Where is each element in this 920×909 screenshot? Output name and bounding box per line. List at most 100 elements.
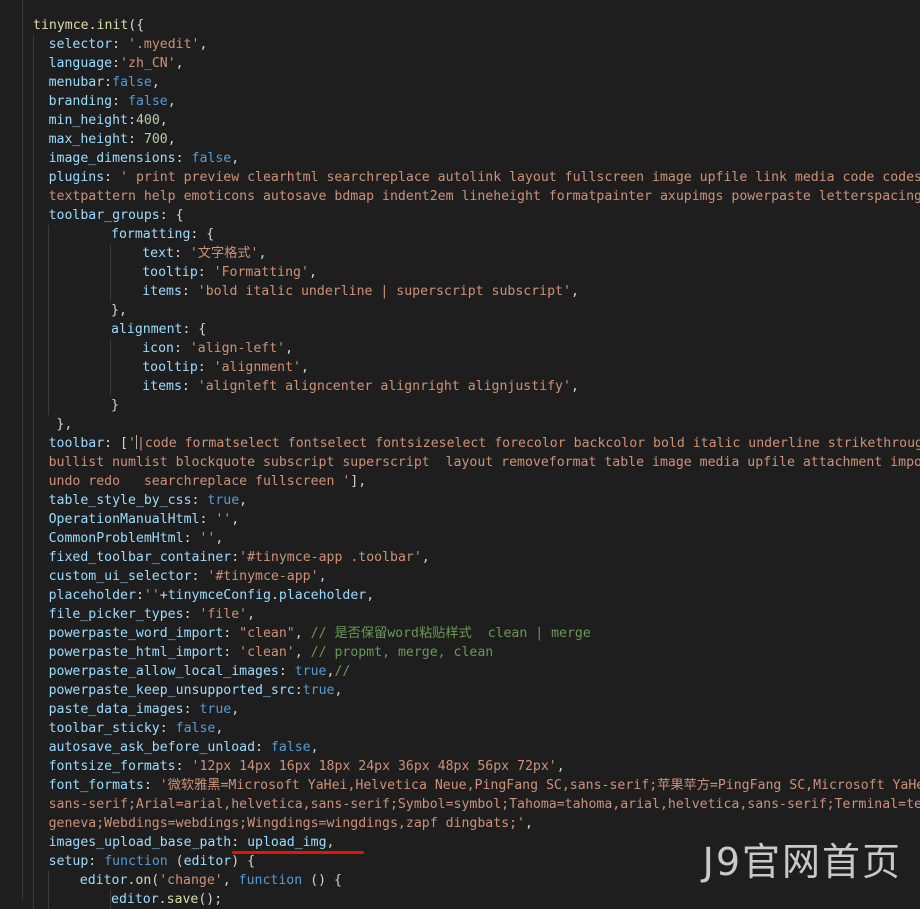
- code-line[interactable]: OperationManualHtml: '',: [0, 510, 920, 529]
- indent-guide: [33, 358, 34, 377]
- code-token: ,: [310, 740, 319, 755]
- code-line[interactable]: toolbar_groups: {: [0, 206, 920, 225]
- code-line[interactable]: image_dimensions: false,: [0, 149, 920, 168]
- code-token: on: [135, 873, 152, 888]
- code-token: min_height: [48, 113, 128, 128]
- code-token: 700: [143, 132, 168, 147]
- code-line[interactable]: file_picker_types: 'file',: [0, 605, 920, 624]
- code-line[interactable]: toolbar: ['|code formatselect fontselect…: [0, 434, 920, 453]
- code-token: ,: [570, 379, 579, 394]
- code-token: :: [191, 493, 208, 508]
- code-token: CommonProblemHtml: [48, 531, 184, 546]
- code-token: },: [56, 417, 73, 432]
- indent-guide: [33, 624, 34, 643]
- code-token: '': [215, 512, 232, 527]
- code-token: :: [104, 75, 113, 90]
- indent-guide: [33, 453, 34, 472]
- code-line[interactable]: powerpaste_word_import: "clean", // 是否保留…: [0, 624, 920, 643]
- code-text: tooltip: 'alignment',: [142, 358, 309, 377]
- code-token: upload_img: [247, 835, 327, 850]
- code-text: menubar:false,: [49, 73, 160, 92]
- code-token: false: [128, 94, 168, 109]
- code-line[interactable]: table_style_by_css: true,: [0, 491, 920, 510]
- indent-guide: [33, 814, 34, 833]
- code-line[interactable]: textpattern help emoticons autosave bdma…: [0, 187, 920, 206]
- indent-guide: [33, 320, 34, 339]
- code-token: true: [207, 493, 240, 508]
- indent-guide: [48, 301, 49, 320]
- code-text: custom_ui_selector: '#tinymce-app',: [49, 567, 327, 586]
- code-line[interactable]: bullist numlist blockquote subscript sup…: [0, 453, 920, 472]
- code-token: "clean": [239, 626, 295, 641]
- code-line[interactable]: powerpaste_allow_local_images: true,//: [0, 662, 920, 681]
- code-token: ,: [175, 56, 184, 71]
- code-line[interactable]: placeholder:''+tinymceConfig.placeholder…: [0, 586, 920, 605]
- indent-guide: [33, 282, 34, 301]
- code-line[interactable]: paste_data_images: true,: [0, 700, 920, 719]
- code-token: custom_ui_selector: [48, 569, 192, 584]
- code-line[interactable]: CommonProblemHtml: '',: [0, 529, 920, 548]
- code-text: plugins: ' print preview clearhtml searc…: [49, 168, 920, 187]
- code-line[interactable]: tooltip: 'alignment',: [0, 358, 920, 377]
- code-line[interactable]: min_height:400,: [0, 111, 920, 130]
- code-line[interactable]: tooltip: 'Formatting',: [0, 263, 920, 282]
- code-token: ],: [350, 474, 367, 489]
- indent-guide: [33, 73, 34, 92]
- code-text: powerpaste_keep_unsupported_src:true,: [49, 681, 343, 700]
- code-text: branding: false,: [49, 92, 176, 111]
- code-line[interactable]: formatting: {: [0, 225, 920, 244]
- code-line[interactable]: powerpaste_html_import: 'clean', // prop…: [0, 643, 920, 662]
- code-line[interactable]: fontsize_formats: '12px 14px 16px 18px 2…: [0, 757, 920, 776]
- code-token: icon: [142, 341, 174, 356]
- code-line[interactable]: selector: '.myedit',: [0, 35, 920, 54]
- code-token: :: [112, 56, 121, 71]
- code-line[interactable]: branding: false,: [0, 92, 920, 111]
- code-token: placeholder: [48, 588, 136, 603]
- indent-guide: [48, 339, 49, 358]
- code-line[interactable]: tinymce.init({: [0, 16, 920, 35]
- code-text: font_formats: '微软雅黑=Microsoft YaHei,Helv…: [49, 776, 920, 795]
- code-line[interactable]: text: '文字格式',: [0, 244, 920, 263]
- indent-guide: [48, 358, 49, 377]
- code-token: '12px 14px 16px 18px 24px 36px 48px 56px…: [191, 759, 557, 774]
- code-token: sans-serif;Arial=arial,helvetica,sans-se…: [48, 797, 920, 812]
- code-line[interactable]: max_height: 700,: [0, 130, 920, 149]
- code-text: textpattern help emoticons autosave bdma…: [49, 187, 920, 206]
- code-line[interactable]: },: [0, 301, 920, 320]
- code-token: powerpaste_allow_local_images: [48, 664, 279, 679]
- code-text: icon: 'align-left',: [142, 339, 293, 358]
- code-token: :: [231, 835, 248, 850]
- code-line[interactable]: }: [0, 396, 920, 415]
- code-line[interactable]: },: [0, 415, 920, 434]
- code-line[interactable]: items: 'alignleft aligncenter alignright…: [0, 377, 920, 396]
- indent-guide: [33, 434, 34, 453]
- code-text: },: [111, 301, 127, 320]
- code-line[interactable]: undo redo searchreplace fullscreen '],: [0, 472, 920, 491]
- code-token: :: [175, 759, 192, 774]
- code-line[interactable]: items: 'bold italic underline | superscr…: [0, 282, 920, 301]
- code-token: 'Formatting': [213, 265, 309, 280]
- code-line[interactable]: menubar:false,: [0, 73, 920, 92]
- indent-guide: [33, 111, 34, 130]
- code-line[interactable]: language:'zh_CN',: [0, 54, 920, 73]
- code-line[interactable]: alignment: {: [0, 320, 920, 339]
- code-line[interactable]: icon: 'align-left',: [0, 339, 920, 358]
- code-line[interactable]: autosave_ask_before_unload: false,: [0, 738, 920, 757]
- code-text: items: 'bold italic underline | superscr…: [142, 282, 579, 301]
- code-token: ,: [326, 835, 335, 850]
- code-token: items: [142, 379, 182, 394]
- code-line[interactable]: sans-serif;Arial=arial,helvetica,sans-se…: [0, 795, 920, 814]
- code-token: ,: [294, 645, 311, 660]
- code-line[interactable]: powerpaste_keep_unsupported_src:true,: [0, 681, 920, 700]
- code-line[interactable]: custom_ui_selector: '#tinymce-app',: [0, 567, 920, 586]
- code-token: ,: [167, 132, 176, 147]
- code-line[interactable]: plugins: ' print preview clearhtml searc…: [0, 168, 920, 187]
- code-token: : [: [104, 436, 128, 451]
- code-token: :: [197, 265, 214, 280]
- code-token: images_upload_base_path: [48, 835, 232, 850]
- code-token: autosave_ask_before_unload: [48, 740, 256, 755]
- code-line[interactable]: fixed_toolbar_container:'#tinymce-app .t…: [0, 548, 920, 567]
- code-token: ,: [301, 360, 309, 375]
- code-line[interactable]: toolbar_sticky: false,: [0, 719, 920, 738]
- code-line[interactable]: font_formats: '微软雅黑=Microsoft YaHei,Helv…: [0, 776, 920, 795]
